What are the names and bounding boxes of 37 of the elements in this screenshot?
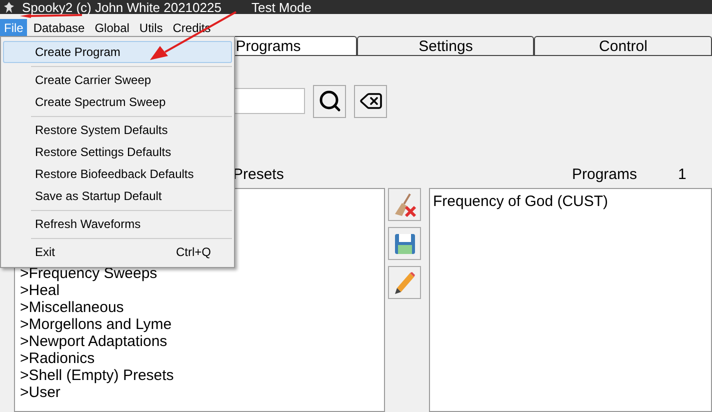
programs-label: Programs <box>572 166 638 183</box>
menu-item[interactable]: Utils <box>135 19 167 36</box>
window-title: Spooky2 (c) John White 20210225 <box>22 0 222 14</box>
search-icon <box>318 89 342 113</box>
list-item[interactable]: >Newport Adaptations <box>20 333 168 350</box>
clear-list-button[interactable] <box>388 188 421 221</box>
menu-entry[interactable]: Refresh Waveforms <box>3 213 232 235</box>
menu-entry[interactable]: Create Carrier Sweep <box>3 69 232 91</box>
tab[interactable]: Control <box>534 36 712 55</box>
list-item[interactable]: >Shell (Empty) Presets <box>20 367 174 384</box>
menu-item[interactable]: Database <box>29 19 89 36</box>
clear-button[interactable] <box>354 84 387 118</box>
mode-label: Test Mode <box>251 0 312 14</box>
app-icon <box>4 2 14 12</box>
menu-entry[interactable]: Restore Settings Defaults <box>3 141 232 163</box>
list-item[interactable]: >Morgellons and Lyme <box>20 316 172 333</box>
menu-entry[interactable]: Create Spectrum Sweep <box>3 91 232 113</box>
list-item[interactable]: >Miscellaneous <box>20 299 124 316</box>
list-item[interactable]: >Frequency Sweeps <box>20 265 158 282</box>
list-item[interactable]: >User <box>20 384 60 401</box>
list-item[interactable]: >Heal <box>20 282 60 299</box>
menu-item[interactable]: Global <box>90 19 134 36</box>
save-button[interactable] <box>388 227 421 260</box>
pencil-icon <box>392 270 416 296</box>
menu-entry[interactable]: Restore System Defaults <box>3 119 232 141</box>
menu-entry[interactable]: Save as Startup Default <box>3 185 232 207</box>
search-button[interactable] <box>313 84 346 118</box>
list-item[interactable]: >Radionics <box>20 350 95 367</box>
menu-entry[interactable]: Create Program <box>3 41 232 63</box>
menu-entry[interactable]: Restore Biofeedback Defaults <box>3 163 232 185</box>
tab[interactable]: Settings <box>356 36 534 55</box>
programs-count: 1 <box>678 164 686 185</box>
list-item[interactable]: Frequency of God (CUST) <box>433 191 608 214</box>
menu-entry[interactable]: Exit Ctrl+Q <box>3 241 232 263</box>
edit-button[interactable] <box>388 266 421 299</box>
floppy-icon <box>392 232 416 256</box>
pointer-arrow <box>20 14 83 18</box>
